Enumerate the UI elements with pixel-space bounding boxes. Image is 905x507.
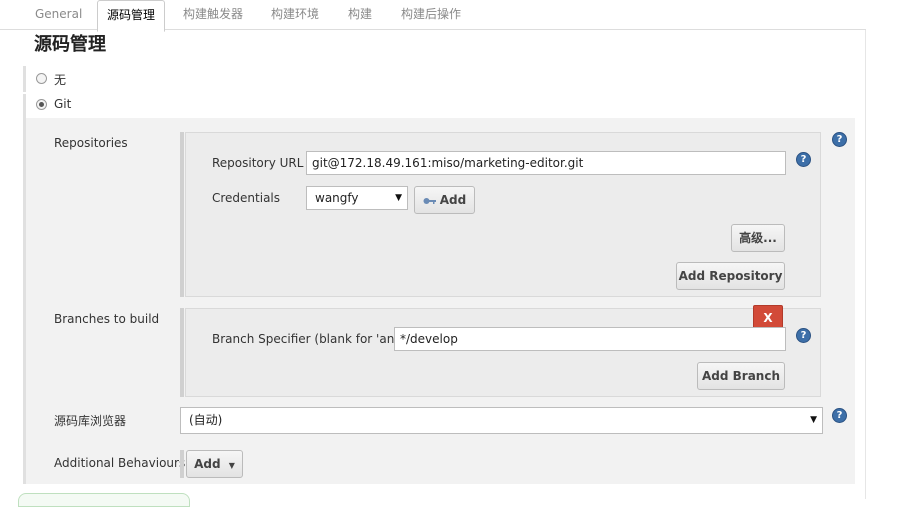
key-icon xyxy=(423,188,437,214)
repository-browser-select[interactable]: (自动) ▼ xyxy=(180,407,823,434)
tab-build[interactable]: 构建 xyxy=(348,0,372,29)
content-border xyxy=(865,30,866,499)
section-title: 源码管理 xyxy=(34,34,106,55)
repositories-label: Repositories xyxy=(54,136,128,150)
behaviours-bar xyxy=(180,450,184,478)
caret-down-icon: ▼ xyxy=(228,461,235,470)
credentials-select[interactable]: wangfy ▼ xyxy=(306,186,408,210)
tab-scm[interactable]: 源码管理 xyxy=(97,0,165,32)
caret-down-icon: ▼ xyxy=(395,193,402,203)
credentials-value: wangfy xyxy=(315,191,359,205)
branch-specifier-input[interactable]: */develop xyxy=(394,327,786,351)
tab-build-triggers[interactable]: 构建触发器 xyxy=(183,0,243,29)
radio-none-label: 无 xyxy=(54,73,67,87)
next-section-tab xyxy=(18,493,190,507)
add-repository-button[interactable]: Add Repository xyxy=(676,262,785,290)
help-icon[interactable]: ? xyxy=(796,328,811,343)
help-icon[interactable]: ? xyxy=(832,408,847,423)
repository-url-label: Repository URL xyxy=(212,156,304,170)
branches-panel-bar xyxy=(180,308,184,397)
advanced-button[interactable]: 高级... xyxy=(731,224,785,252)
branch-specifier-label: Branch Specifier (blank for 'any') xyxy=(212,332,410,346)
help-icon[interactable]: ? xyxy=(832,132,847,147)
caret-down-icon: ▼ xyxy=(810,415,817,425)
radio-git[interactable] xyxy=(36,99,47,110)
help-icon[interactable]: ? xyxy=(796,152,811,167)
tab-build-environment[interactable]: 构建环境 xyxy=(271,0,319,29)
add-branch-button[interactable]: Add Branch xyxy=(697,362,785,390)
radio-git-label: Git xyxy=(54,97,72,111)
repository-browser-value: (自动) xyxy=(189,413,223,427)
add-credentials-label: Add xyxy=(439,193,467,207)
branches-label: Branches to build xyxy=(54,312,160,326)
credentials-label: Credentials xyxy=(212,191,281,205)
tab-general[interactable]: General xyxy=(35,0,82,29)
add-behaviour-button[interactable]: Add ▼ xyxy=(186,450,243,478)
repository-url-input[interactable]: git@172.18.49.161:miso/marketing-editor.… xyxy=(306,151,786,175)
option-bar xyxy=(23,66,26,92)
repository-browser-label: 源码库浏览器 xyxy=(54,414,127,428)
radio-none[interactable] xyxy=(36,73,47,84)
add-credentials-button[interactable]: Add xyxy=(414,186,475,214)
repositories-panel-bar xyxy=(180,132,184,297)
tab-post-build[interactable]: 构建后操作 xyxy=(401,0,461,29)
add-behaviour-label: Add xyxy=(194,457,221,471)
additional-behaviours-label: Additional Behaviours xyxy=(54,456,186,470)
